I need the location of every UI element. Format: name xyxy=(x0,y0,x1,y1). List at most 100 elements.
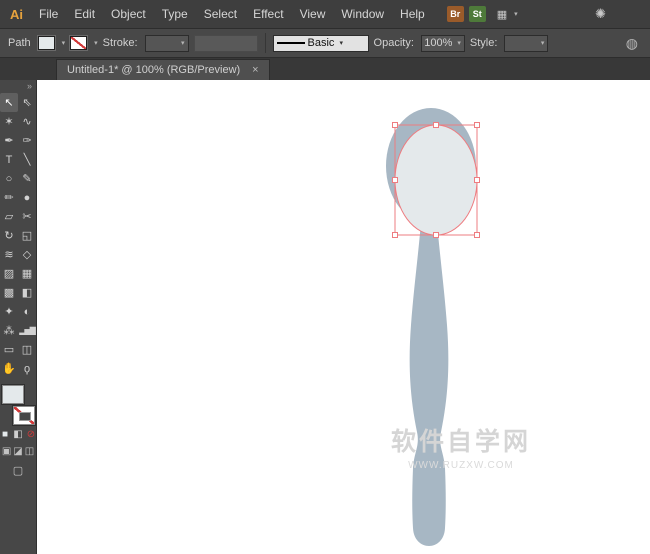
separator xyxy=(265,33,266,53)
chevron-down-icon: ▾ xyxy=(181,39,185,47)
handle-top-center[interactable] xyxy=(434,123,439,128)
menu-file[interactable]: File xyxy=(31,7,66,21)
opacity-value: 100% xyxy=(424,37,452,49)
selection-tool[interactable]: ↖ xyxy=(0,93,18,112)
drawing-mode-buttons: ▣ ◪ ◫ xyxy=(0,446,36,457)
menu-view[interactable]: View xyxy=(292,7,334,21)
variable-width-select[interactable]: Basic ▾ xyxy=(273,35,369,52)
chevron-down-icon: ▾ xyxy=(457,39,461,47)
stroke-color-swatch[interactable] xyxy=(70,36,87,50)
workspace-icon[interactable]: ▦ xyxy=(497,8,507,21)
app-bar-buttons: Br St ▦ ▾ xyxy=(447,6,518,22)
tab-bar: Untitled-1* @ 100% (RGB/Preview) × xyxy=(0,58,650,80)
chevron-down-icon[interactable]: ▾ xyxy=(514,10,518,18)
control-bar: Path ▾ ▾ Stroke: ▾ Basic ▾ Opacity: 100%… xyxy=(0,28,650,58)
line-segment-tool[interactable]: ╲ xyxy=(18,150,36,169)
free-transform-tool[interactable]: ◇ xyxy=(18,245,36,264)
chevron-down-icon[interactable]: ▾ xyxy=(62,39,66,47)
eraser-tool[interactable]: ▱ xyxy=(0,207,18,226)
stroke-preview-line xyxy=(277,42,305,44)
rotate-tool[interactable]: ↻ xyxy=(0,226,18,245)
chevron-down-icon: ▾ xyxy=(339,39,343,47)
stroke-indicator-swatch[interactable] xyxy=(13,406,35,425)
menu-help[interactable]: Help xyxy=(392,7,433,21)
swirl-icon[interactable]: ✺ xyxy=(595,6,606,22)
paint-style-buttons: ■ ◧ ⊘ xyxy=(0,429,36,440)
stroke-label: Stroke: xyxy=(103,37,138,49)
menu-effect[interactable]: Effect xyxy=(245,7,291,21)
stock-button[interactable]: St xyxy=(469,6,486,22)
spoon-handle[interactable] xyxy=(410,210,449,546)
handle-mid-left[interactable] xyxy=(393,178,398,183)
bridge-button[interactable]: Br xyxy=(447,6,464,22)
handle-bottom-left[interactable] xyxy=(393,233,398,238)
width-tool[interactable]: ≋ xyxy=(0,245,18,264)
draw-normal-icon[interactable]: ▣ xyxy=(2,446,11,457)
tool-grid: ↖ ⇖ ✶ ∿ ✒ ✑ T ╲ ○ ✎ ✏ ● ▱ ✂ ↻ ◱ ≋ ◇ ▨ ▦ xyxy=(0,93,36,378)
blend-tool[interactable]: ◐ xyxy=(18,302,36,321)
handle-top-right[interactable] xyxy=(475,123,480,128)
opacity-select[interactable]: 100% ▾ xyxy=(421,35,465,52)
style-select[interactable]: ▾ xyxy=(504,35,548,52)
pencil-tool[interactable]: ✏ xyxy=(0,188,18,207)
column-graph-tool[interactable]: ▂▅▇ xyxy=(18,321,36,340)
selection-type-label: Path xyxy=(8,37,31,49)
variable-width-value: Basic xyxy=(308,37,335,49)
close-icon[interactable]: × xyxy=(252,64,258,76)
opacity-label: Opacity: xyxy=(374,37,414,49)
illustrator-window: Ai File Edit Object Type Select Effect V… xyxy=(0,0,650,554)
style-label: Style: xyxy=(470,37,498,49)
globe-icon[interactable]: ◍ xyxy=(626,35,638,52)
scissors-tool[interactable]: ✂ xyxy=(18,207,36,226)
artboard-canvas[interactable]: 软件自学网 WWW.RUZXW.COM xyxy=(37,80,650,554)
draw-behind-icon[interactable]: ◪ xyxy=(13,446,22,457)
spoon-artwork[interactable] xyxy=(37,80,650,554)
type-tool[interactable]: T xyxy=(0,150,18,169)
stroke-weight-select[interactable]: ▾ xyxy=(145,35,189,52)
handle-top-left[interactable] xyxy=(393,123,398,128)
handle-mid-right[interactable] xyxy=(475,178,480,183)
chevron-down-icon[interactable]: ▾ xyxy=(94,39,98,47)
add-anchor-point-tool[interactable]: ✑ xyxy=(18,131,36,150)
pen-tool[interactable]: ✒ xyxy=(0,131,18,150)
brush-definition-select[interactable] xyxy=(194,35,258,52)
handle-bottom-center[interactable] xyxy=(434,233,439,238)
shape-builder-tool[interactable]: ▨ xyxy=(0,264,18,283)
menu-type[interactable]: Type xyxy=(154,7,196,21)
menu-select[interactable]: Select xyxy=(196,7,245,21)
ellipse-tool[interactable]: ○ xyxy=(0,169,18,188)
color-button[interactable]: ■ xyxy=(0,429,10,440)
app-logo: Ai xyxy=(6,7,31,22)
scale-tool[interactable]: ◱ xyxy=(18,226,36,245)
eyedropper-tool[interactable]: ✦ xyxy=(0,302,18,321)
draw-inside-icon[interactable]: ◫ xyxy=(25,446,34,457)
lasso-tool[interactable]: ∿ xyxy=(18,112,36,131)
tab-title: Untitled-1* @ 100% (RGB/Preview) xyxy=(67,64,240,76)
fill-indicator-swatch[interactable] xyxy=(2,385,24,404)
gradient-button[interactable]: ◧ xyxy=(13,429,23,440)
magic-wand-tool[interactable]: ✶ xyxy=(0,112,18,131)
menu-bar: Ai File Edit Object Type Select Effect V… xyxy=(0,0,650,28)
none-button[interactable]: ⊘ xyxy=(26,429,36,440)
menu-window[interactable]: Window xyxy=(333,7,392,21)
perspective-grid-tool[interactable]: ▦ xyxy=(18,264,36,283)
menu-edit[interactable]: Edit xyxy=(66,7,103,21)
collapse-panel-icon[interactable]: » xyxy=(27,81,32,91)
gradient-tool[interactable]: ◧ xyxy=(18,283,36,302)
tools-panel: » ↖ ⇖ ✶ ∿ ✒ ✑ T ╲ ○ ✎ ✏ ● ▱ ✂ ↻ ◱ ≋ ◇ ▨ xyxy=(0,80,37,554)
zoom-tool[interactable]: ϙ xyxy=(18,359,36,378)
slice-tool[interactable]: ◫ xyxy=(18,340,36,359)
symbol-sprayer-tool[interactable]: ⁂ xyxy=(0,321,18,340)
menu-object[interactable]: Object xyxy=(103,7,154,21)
fill-color-swatch[interactable] xyxy=(38,36,55,50)
artboard-tool[interactable]: ▭ xyxy=(0,340,18,359)
mesh-tool[interactable]: ▩ xyxy=(0,283,18,302)
screen-mode-icon[interactable]: ▢ xyxy=(13,465,23,477)
document-tab[interactable]: Untitled-1* @ 100% (RGB/Preview) × xyxy=(56,59,270,80)
direct-selection-tool[interactable]: ⇖ xyxy=(18,93,36,112)
fill-stroke-indicator xyxy=(1,385,35,425)
hand-tool[interactable]: ✋ xyxy=(0,359,18,378)
paintbrush-tool[interactable]: ✎ xyxy=(18,169,36,188)
handle-bottom-right[interactable] xyxy=(475,233,480,238)
blob-brush-tool[interactable]: ● xyxy=(18,188,36,207)
